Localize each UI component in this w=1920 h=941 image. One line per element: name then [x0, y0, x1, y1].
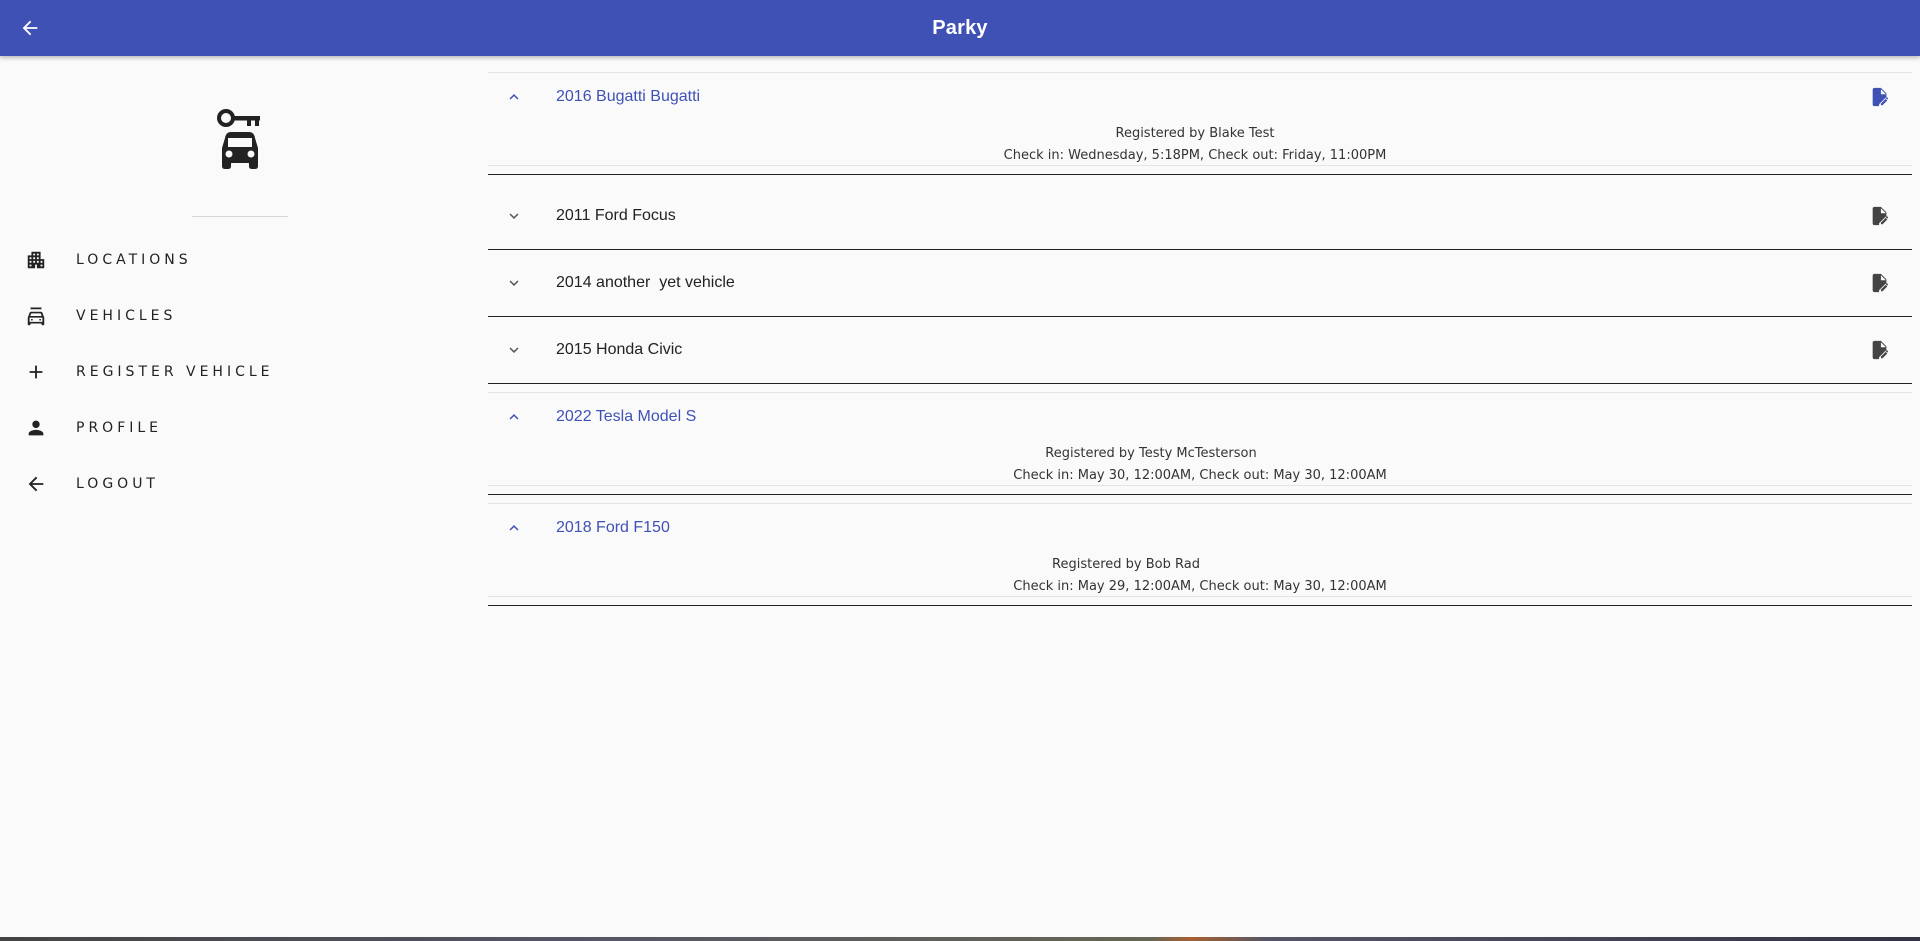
vehicle-panel: 2014 another yet vehicle — [488, 250, 1912, 317]
vehicle-panel: 2022 Tesla Model S Registered by Testy M… — [488, 392, 1912, 495]
vehicle-panel-header[interactable]: 2011 Ford Focus — [488, 183, 1912, 249]
sidebar-item-label: LOGOUT — [76, 476, 159, 492]
vehicle-panel: 2018 Ford F150 Registered by Bob Rad Che… — [488, 503, 1912, 606]
sidebar-item-label: REGISTER VEHICLE — [76, 364, 274, 380]
car-key-icon — [215, 108, 265, 172]
building-icon — [24, 248, 48, 272]
sidebar-nav: LOCATIONS VEHICLES REGISTER VEHICLE PROF… — [0, 232, 480, 512]
chevron-up-icon[interactable] — [504, 407, 524, 427]
registered-by-text: Registered by Blake Test — [1115, 126, 1275, 141]
vehicle-title: 2022 Tesla Model S — [556, 408, 697, 425]
sidebar-item-locations[interactable]: LOCATIONS — [0, 232, 480, 288]
vehicle-panel-header[interactable]: 2015 Honda Civic — [488, 317, 1912, 383]
vehicle-details: Registered by Testy McTesterson Check in… — [488, 441, 1912, 486]
sidebar-item-label: LOCATIONS — [76, 252, 192, 268]
vehicle-panel-header[interactable]: 2022 Tesla Model S — [488, 393, 1912, 441]
vehicle-list: 2016 Bugatti Bugatti Registered by Blake… — [488, 56, 1912, 614]
plus-icon — [24, 360, 48, 384]
vehicle-panel-header[interactable]: 2014 another yet vehicle — [488, 250, 1912, 316]
vehicle-details: Registered by Blake Test Check in: Wedne… — [488, 121, 1912, 166]
sidebar-item-vehicles[interactable]: VEHICLES — [0, 288, 480, 344]
arrow-left-icon — [24, 472, 48, 496]
vehicle-panel: 2011 Ford Focus — [488, 183, 1912, 250]
schedule-text: Check in: May 29, 12:00AM, Check out: Ma… — [1013, 579, 1387, 594]
chevron-up-icon[interactable] — [504, 518, 524, 538]
taskbar-strip — [0, 937, 1920, 941]
sidebar-item-label: VEHICLES — [76, 308, 177, 324]
person-icon — [24, 416, 48, 440]
vehicle-details: Registered by Bob Rad Check in: May 29, … — [488, 552, 1912, 597]
vehicle-title: 2015 Honda Civic — [556, 341, 683, 358]
vehicle-panel: 2016 Bugatti Bugatti Registered by Blake… — [488, 72, 1912, 175]
registered-by-text: Registered by Bob Rad — [1052, 557, 1200, 572]
chevron-down-icon[interactable] — [504, 273, 524, 293]
app-title: Parky — [932, 17, 988, 39]
edit-document-icon[interactable] — [1868, 338, 1892, 362]
vehicle-title: 2011 Ford Focus — [556, 207, 676, 224]
sidebar-item-register-vehicle[interactable]: REGISTER VEHICLE — [0, 344, 480, 400]
vehicle-title: 2014 another yet vehicle — [556, 274, 735, 291]
schedule-text: Check in: Wednesday, 5:18PM, Check out: … — [1003, 148, 1387, 163]
sidebar: LOCATIONS VEHICLES REGISTER VEHICLE PROF… — [0, 56, 480, 941]
edit-document-icon[interactable] — [1868, 271, 1892, 295]
vehicle-title: 2018 Ford F150 — [556, 519, 670, 536]
edit-document-icon[interactable] — [1868, 204, 1892, 228]
top-app-bar: Parky — [0, 0, 1920, 56]
vehicle-panel-header[interactable]: 2016 Bugatti Bugatti — [488, 73, 1912, 121]
vehicle-panel: 2015 Honda Civic — [488, 317, 1912, 384]
chevron-up-icon[interactable] — [504, 87, 524, 107]
registered-by-text: Registered by Testy McTesterson — [1045, 446, 1257, 461]
vehicle-panel-header[interactable]: 2018 Ford F150 — [488, 504, 1912, 552]
edit-document-icon[interactable] — [1868, 85, 1892, 109]
schedule-text: Check in: May 30, 12:00AM, Check out: Ma… — [1013, 468, 1387, 483]
car-icon — [24, 304, 48, 328]
sidebar-divider — [192, 216, 288, 217]
chevron-down-icon[interactable] — [504, 340, 524, 360]
sidebar-item-label: PROFILE — [76, 420, 163, 436]
chevron-down-icon[interactable] — [504, 206, 524, 226]
vehicle-title: 2016 Bugatti Bugatti — [556, 88, 701, 105]
